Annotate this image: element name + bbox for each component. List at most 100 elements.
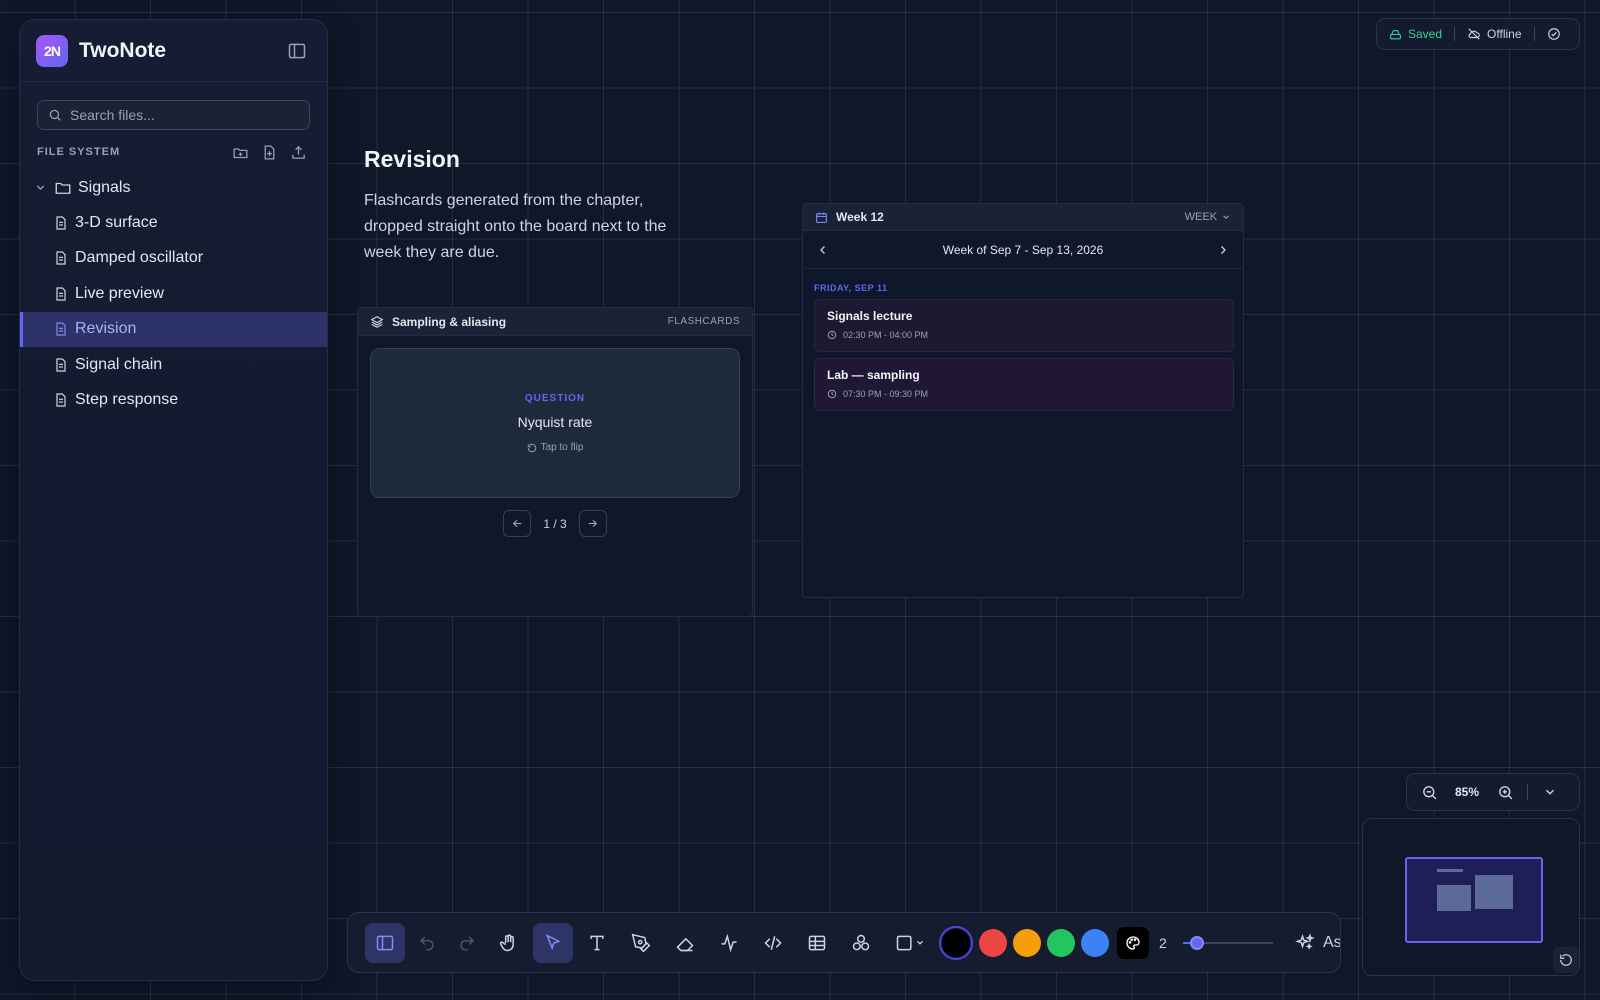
file-label: Signal chain — [75, 355, 163, 373]
stroke-width-value: 2 — [1159, 934, 1167, 951]
ai-assistant-label: As — [1323, 933, 1341, 951]
flip-hint: Tap to flip — [527, 442, 584, 453]
upload-icon[interactable] — [287, 142, 310, 162]
chevron-down-icon[interactable] — [34, 181, 48, 194]
undo-button[interactable] — [409, 923, 445, 963]
file-label: Damped oscillator — [75, 249, 204, 267]
code-tool-button[interactable] — [753, 923, 793, 963]
file-label: 3-D surface — [75, 213, 158, 231]
select-tool-button[interactable] — [533, 922, 573, 963]
eraser-tool-button[interactable] — [665, 923, 705, 963]
file-tree: Signals 3-D surface Damped oscillator Li… — [20, 170, 327, 418]
table-tool-button[interactable] — [797, 923, 837, 963]
previous-week-button[interactable] — [813, 240, 833, 260]
event-time: 07:30 PM - 09:30 PM — [827, 389, 1221, 399]
color-swatch-blue[interactable] — [1081, 928, 1109, 957]
waveform-tool-button[interactable] — [709, 923, 749, 963]
new-folder-icon[interactable] — [229, 142, 252, 162]
flashcards-tag: FLASHCARDS — [667, 316, 740, 327]
file-item-damped-oscillator[interactable]: Damped oscillator — [20, 241, 327, 277]
flip-hint-label: Tap to flip — [540, 442, 584, 453]
offline-status[interactable]: Offline — [1467, 27, 1522, 41]
sidebar: 2N TwoNote FILE SYSTEM — [19, 19, 328, 981]
divider — [1454, 27, 1456, 41]
file-item-signal-chain[interactable]: Signal chain — [20, 347, 327, 383]
event-time-label: 02:30 PM - 04:00 PM — [843, 330, 929, 340]
hand-tool-button[interactable] — [489, 923, 529, 963]
saved-label: Saved — [1408, 27, 1443, 41]
color-swatch-black[interactable] — [939, 925, 973, 960]
calendar-event[interactable]: Lab — sampling 07:30 PM - 09:30 PM — [814, 358, 1234, 411]
check-circle-icon[interactable] — [1547, 27, 1561, 41]
file-item-3d-surface[interactable]: 3-D surface — [20, 205, 327, 241]
palette-icon[interactable] — [1117, 926, 1149, 959]
calendar-icon — [815, 211, 828, 224]
event-title: Signals lecture — [827, 309, 913, 323]
chevron-down-icon[interactable] — [1538, 780, 1562, 804]
divider — [1533, 27, 1535, 41]
flashcard[interactable]: QUESTION Nyquist rate Tap to flip — [370, 348, 740, 498]
file-icon — [53, 286, 69, 302]
file-icon — [53, 215, 69, 231]
zoom-level: 85% — [1454, 785, 1480, 799]
search-input[interactable] — [70, 107, 299, 123]
calendar-header: Week 12 WEEK — [803, 204, 1243, 231]
redo-button[interactable] — [449, 923, 485, 963]
color-swatch-orange[interactable] — [1013, 928, 1041, 957]
reset-view-icon[interactable] — [1553, 947, 1579, 973]
drawing-toolbar: 2 As — [347, 912, 1341, 973]
shape-tool-dropdown[interactable] — [885, 923, 935, 963]
file-icon — [53, 321, 69, 337]
event-time-label: 07:30 PM - 09:30 PM — [843, 389, 929, 399]
minimap-block — [1475, 875, 1513, 909]
file-system-header: FILE SYSTEM — [37, 142, 310, 162]
file-icon — [53, 250, 69, 266]
minimap-viewport[interactable] — [1405, 857, 1543, 943]
collapse-sidebar-icon[interactable] — [283, 37, 311, 65]
canvas-description: Flashcards generated from the chapter, d… — [364, 192, 667, 261]
file-item-revision[interactable]: Revision — [20, 311, 327, 347]
sidebar-toggle-button[interactable] — [365, 922, 405, 963]
flashcard-pager: 1 / 3 — [358, 510, 752, 537]
folder-signals[interactable]: Signals — [20, 170, 327, 205]
color-swatch-green[interactable] — [1047, 928, 1075, 957]
zoom-in-icon[interactable] — [1493, 780, 1517, 804]
divider — [1527, 784, 1528, 800]
week-range-bar: Week of Sep 7 - Sep 13, 2026 — [803, 231, 1243, 269]
calendar-widget[interactable]: Week 12 WEEK Week of Sep 7 - Sep 13, 202… — [802, 203, 1244, 598]
save-status-bar: Saved Offline — [1376, 18, 1580, 50]
zoom-out-icon[interactable] — [1417, 780, 1441, 804]
search-icon — [48, 108, 62, 122]
canvas-title: Revision — [364, 146, 460, 172]
file-icon — [53, 357, 69, 373]
components-tool-button[interactable] — [841, 923, 881, 963]
offline-label: Offline — [1487, 27, 1522, 41]
next-week-button[interactable] — [1213, 240, 1233, 260]
ai-assistant-button[interactable]: As — [1295, 932, 1341, 953]
flashcards-widget[interactable]: Sampling & aliasing FLASHCARDS QUESTION … — [357, 307, 753, 617]
folder-icon — [54, 179, 72, 197]
card-term: Nyquist rate — [517, 414, 593, 430]
next-card-button[interactable] — [578, 510, 607, 537]
card-side-label: QUESTION — [524, 393, 586, 404]
new-file-icon[interactable] — [258, 142, 281, 162]
calendar-event[interactable]: Signals lecture 02:30 PM - 04:00 PM — [814, 299, 1234, 352]
text-tool-button[interactable] — [577, 923, 617, 963]
slider-handle[interactable] — [1189, 935, 1204, 950]
search-box[interactable] — [37, 100, 310, 130]
minimap[interactable] — [1362, 818, 1580, 976]
view-dropdown[interactable]: WEEK — [1185, 211, 1231, 223]
rotate-icon — [527, 443, 537, 453]
pen-tool-button[interactable] — [621, 923, 661, 963]
stroke-width-slider[interactable] — [1183, 935, 1273, 951]
card-page-indicator: 1 / 3 — [543, 516, 567, 531]
event-title: Lab — sampling — [827, 368, 920, 382]
file-item-step-response[interactable]: Step response — [20, 383, 327, 419]
clock-icon — [827, 330, 837, 340]
previous-card-button[interactable] — [503, 510, 532, 537]
clock-icon — [827, 389, 837, 399]
file-item-live-preview[interactable]: Live preview — [20, 276, 327, 312]
color-swatch-red[interactable] — [979, 928, 1007, 957]
sidebar-header: 2N TwoNote — [20, 20, 327, 82]
view-label: WEEK — [1184, 211, 1217, 223]
